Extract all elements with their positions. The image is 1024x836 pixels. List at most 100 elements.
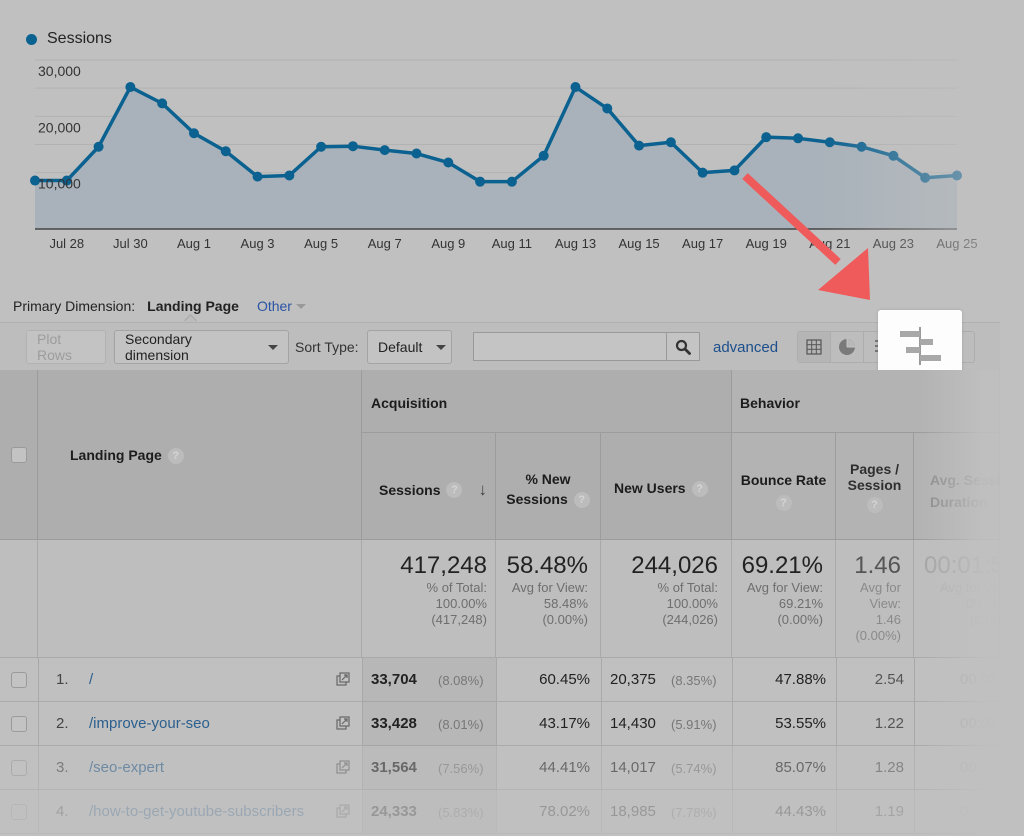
data-point[interactable] <box>125 82 136 93</box>
help-icon[interactable]: ? <box>573 492 590 509</box>
bounce-rate-header-label: Bounce Rate <box>740 472 827 488</box>
help-icon[interactable]: ? <box>866 497 883 514</box>
view-data-table-button[interactable] <box>798 332 831 362</box>
col-divider <box>38 746 39 790</box>
table-row[interactable]: 4. /how-to-get-youtube-subscribers 24,333 (… <box>0 790 1000 834</box>
col-divider <box>362 746 363 790</box>
primary-dimension-landing-page[interactable]: Landing Page <box>147 298 239 314</box>
col-divider <box>914 746 915 790</box>
secondary-dimension-dropdown[interactable]: Secondary dimension <box>114 330 289 364</box>
total-sessions: 417,248 % of Total: 100.00% (417,248) <box>362 540 496 658</box>
col-divider <box>836 658 837 702</box>
data-point[interactable] <box>538 150 549 161</box>
total-bounce-rate: 69.21% Avg for View: 69.21% (0.00%) <box>732 540 836 658</box>
data-point[interactable] <box>188 128 199 139</box>
x-tick-label: Jul 30 <box>113 236 148 251</box>
total-avg-duration-value: 00:01:5 <box>924 552 1000 579</box>
row-checkbox[interactable] <box>11 804 27 820</box>
chevron-down-icon <box>436 344 447 350</box>
chart-legend[interactable]: Sessions <box>26 30 112 48</box>
primary-dimension-other[interactable]: Other <box>257 298 306 314</box>
landing-page-link[interactable]: /how-to-get-youtube-subscribers <box>89 803 304 820</box>
sort-type-label: Sort Type: <box>295 339 359 355</box>
col-divider <box>601 658 602 702</box>
data-point[interactable] <box>665 137 676 148</box>
data-point[interactable] <box>316 141 327 152</box>
table-search-input[interactable] <box>473 332 667 361</box>
new-users-header[interactable]: New Users? <box>601 433 732 540</box>
row-checkbox[interactable] <box>11 760 27 776</box>
open-external-icon[interactable] <box>336 804 350 818</box>
landing-page-link[interactable]: / <box>89 671 93 688</box>
total-new-users-pct: 100.00% <box>666 596 718 611</box>
row-checkbox[interactable] <box>11 716 27 732</box>
pie-chart-icon <box>839 339 855 355</box>
pages-session-header[interactable]: Pages / Session ? <box>836 433 914 540</box>
sort-type-dropdown[interactable]: Default <box>367 330 452 364</box>
data-point[interactable] <box>729 165 740 176</box>
landing-page-link[interactable]: /improve-your-seo <box>89 715 210 732</box>
data-point[interactable] <box>252 171 263 182</box>
landing-page-header-label: Landing Page <box>70 447 162 463</box>
avg-header-line1: Avg. Session <box>930 472 1000 488</box>
data-point[interactable] <box>93 141 104 152</box>
col-divider <box>496 790 497 834</box>
data-point[interactable] <box>411 148 422 159</box>
plot-rows-button[interactable]: Plot Rows <box>26 330 106 364</box>
y-tick-label: 20,000 <box>38 119 81 135</box>
advanced-filter-link[interactable]: advanced <box>713 339 778 356</box>
table-row[interactable]: 1. / 33,704 (8.08%) 60.45% 20,375 (8.35%) 47.88… <box>0 658 1002 702</box>
x-tick-label: Aug 9 <box>431 236 465 251</box>
col-divider <box>732 658 733 702</box>
data-point[interactable] <box>157 98 168 109</box>
total-bounce-rate-delta: (0.00%) <box>777 612 823 627</box>
total-sessions-note: % of Total: <box>426 580 487 595</box>
data-point[interactable] <box>570 82 581 93</box>
select-all-cell <box>0 370 38 540</box>
col-divider <box>362 790 363 834</box>
data-point[interactable] <box>602 103 613 114</box>
data-point[interactable] <box>347 141 358 152</box>
total-new-sessions-value: 58.48% <box>506 552 588 579</box>
data-point[interactable] <box>793 133 804 144</box>
bounce-rate-header[interactable]: Bounce Rate ? <box>732 433 836 540</box>
bounce-rate-value: 47.88% <box>775 671 826 688</box>
select-all-checkbox[interactable] <box>11 447 27 463</box>
row-checkbox[interactable] <box>11 672 27 688</box>
new-sessions-header-line2: Sessions <box>506 491 568 507</box>
avg-session-duration-header[interactable]: Avg. Session Duration <box>914 433 1000 540</box>
data-point[interactable] <box>443 157 454 168</box>
table-row[interactable]: 3. /seo-expert 31,564 (7.56%) 44.41% 14,017 (5… <box>0 746 1002 790</box>
sessions-header[interactable]: Sessions? ↓ <box>362 433 496 540</box>
data-point[interactable] <box>475 176 486 187</box>
data-point[interactable] <box>697 167 708 178</box>
row-number: 3. <box>56 759 69 776</box>
data-point[interactable] <box>220 146 231 157</box>
landing-page-link[interactable]: /seo-expert <box>89 759 164 776</box>
help-icon[interactable]: ? <box>691 481 708 498</box>
data-point[interactable] <box>284 170 295 181</box>
help-icon[interactable]: ? <box>775 495 792 512</box>
total-new-sessions-note: Avg for View: <box>511 580 588 595</box>
sessions-pct: (8.08%) <box>438 673 484 688</box>
data-point[interactable] <box>379 145 390 156</box>
landing-page-header[interactable]: Landing Page? <box>38 370 362 540</box>
table-row[interactable]: 2. /improve-your-seo 33,428 (8.01%) 43.17% 14… <box>0 702 1002 746</box>
col-divider <box>732 790 733 834</box>
search-button[interactable] <box>667 332 700 361</box>
new-sessions-header[interactable]: % New Sessions? <box>496 433 601 540</box>
total-pages-value: 1.46 <box>854 552 901 579</box>
open-external-icon[interactable] <box>336 760 350 774</box>
sort-descending-icon: ↓ <box>478 480 487 499</box>
data-point[interactable] <box>506 176 517 187</box>
sessions-chart: 30,000 20,000 10,000 Jul 28 Jul 30 Aug 1 Aug … <box>0 0 1024 270</box>
data-point[interactable] <box>761 132 772 143</box>
help-icon[interactable]: ? <box>167 448 184 465</box>
view-pie-button[interactable] <box>831 332 864 362</box>
new-users-pct: (8.35%) <box>671 673 717 688</box>
help-icon[interactable]: ? <box>446 482 463 498</box>
data-point[interactable] <box>634 140 645 151</box>
open-external-icon[interactable] <box>336 672 350 686</box>
open-external-icon[interactable] <box>336 716 350 730</box>
y-tick-label: 10,000 <box>38 176 81 192</box>
